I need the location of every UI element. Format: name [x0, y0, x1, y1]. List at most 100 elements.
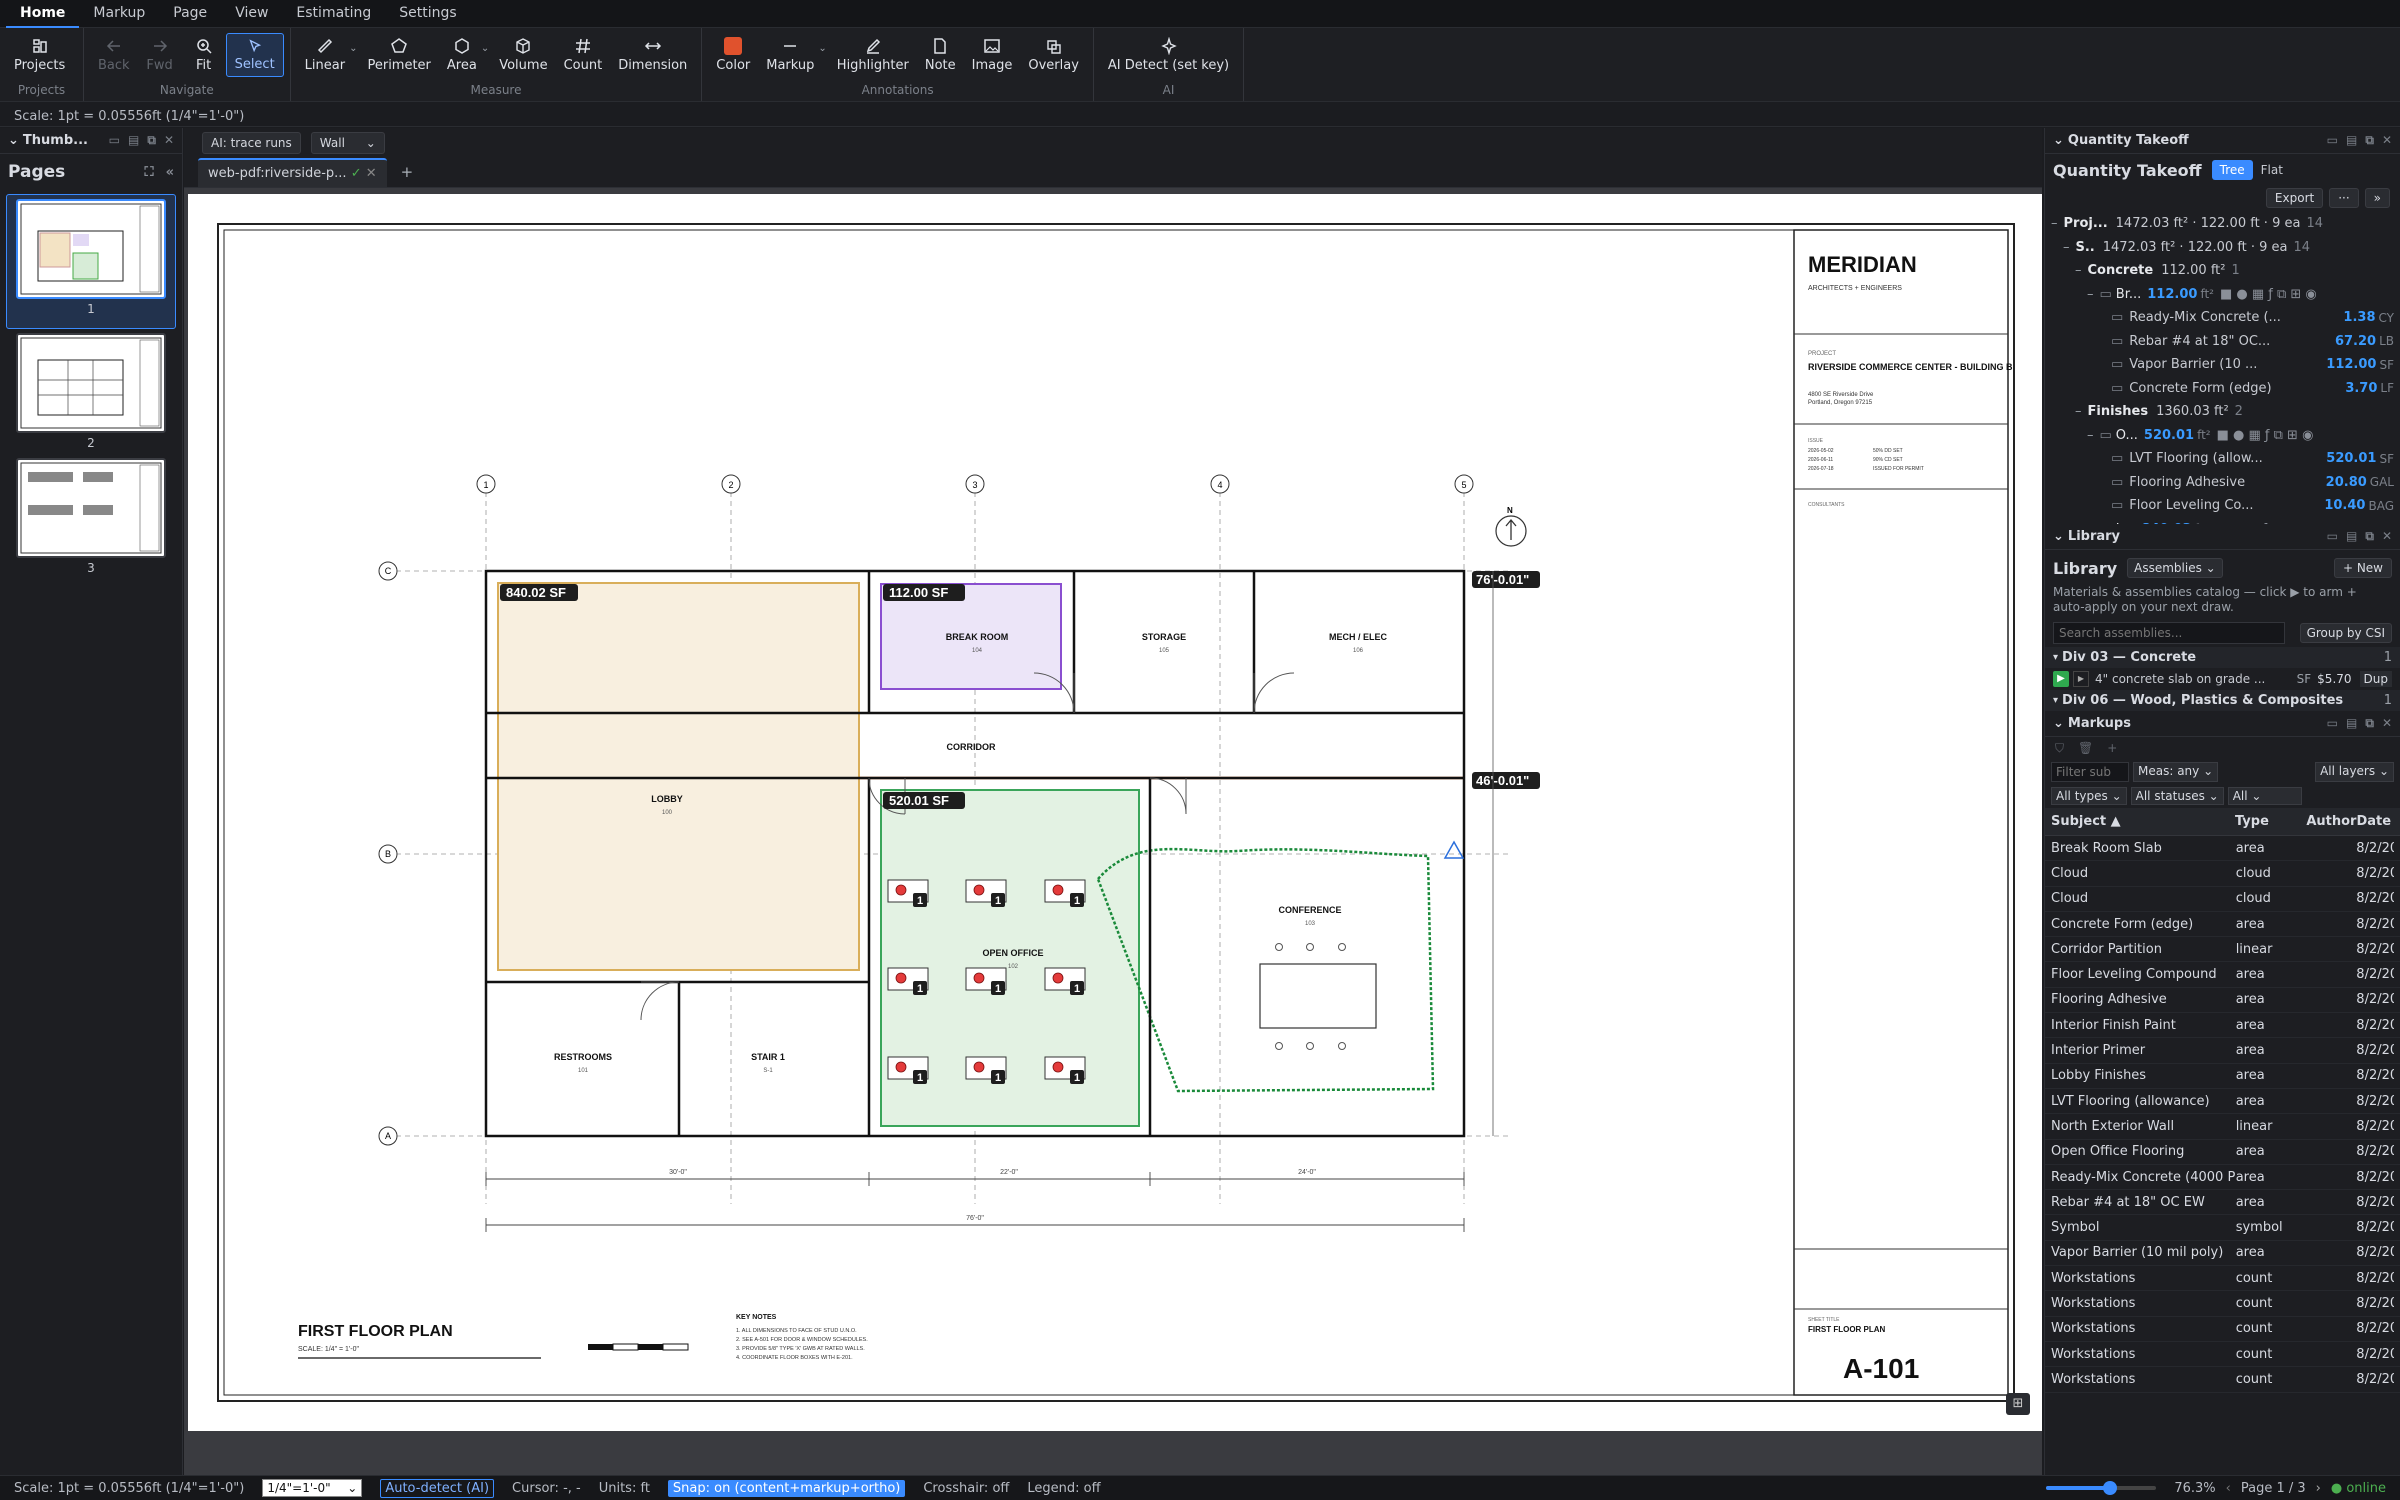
- count-button[interactable]: Count: [556, 33, 611, 77]
- quantity-tree-row[interactable]: – S.. 1472.03 ft² · 122.00 ft · 9 ea 14: [2051, 236, 2394, 260]
- markup-row[interactable]: Workstations count 8/2/202: [2045, 1291, 2400, 1317]
- dock-icon[interactable]: ▭: [109, 133, 120, 148]
- grid-toggle-button[interactable]: ⊞: [2006, 1393, 2030, 1415]
- types-filter-select[interactable]: All types ⌄: [2051, 787, 2127, 805]
- delete-icon[interactable]: 🗑: [2078, 741, 2093, 756]
- duplicate-button[interactable]: Dup: [2359, 671, 2392, 687]
- markup-row[interactable]: Break Room Slab area 8/2/202: [2045, 836, 2400, 862]
- chevron-down-icon[interactable]: ⌄: [2053, 716, 2064, 731]
- quantity-tree-row[interactable]: – Concrete 112.00 ft² 1: [2051, 259, 2394, 283]
- collapse-icon[interactable]: –: [2051, 216, 2058, 231]
- chevron-down-icon[interactable]: ⌄: [818, 43, 826, 68]
- units-readout[interactable]: Units: ft: [599, 1481, 650, 1496]
- color-button[interactable]: Color: [708, 33, 758, 77]
- area-tag-breakroom[interactable]: 112.00 SF: [889, 585, 948, 600]
- menu-estimating[interactable]: Estimating: [282, 0, 385, 28]
- menu-settings[interactable]: Settings: [385, 0, 470, 28]
- collapse-icon[interactable]: –: [2075, 263, 2082, 278]
- measure-filter-select[interactable]: Meas: any ⌄: [2133, 762, 2219, 782]
- group-by-csi-button[interactable]: Group by CSI: [2299, 623, 2392, 643]
- quantity-tree-row[interactable]: ▭ Concrete Form (edge) 3.70 LF: [2051, 377, 2394, 401]
- crosshair-toggle[interactable]: Crosshair: off: [923, 1481, 1009, 1496]
- dock-icon[interactable]: ▭: [2327, 133, 2338, 148]
- export-button[interactable]: Export: [2265, 188, 2324, 208]
- quantity-tree-row[interactable]: – ▭ O... 520.01 ft² ■ ● ▦ ƒ ⧉ ⊞ ◉: [2051, 424, 2394, 448]
- highlighter-button[interactable]: Highlighter: [829, 33, 917, 77]
- quantity-tree-row[interactable]: – Finishes 1360.03 ft² 2: [2051, 400, 2394, 424]
- menu-page[interactable]: Page: [159, 0, 221, 28]
- zoom-slider[interactable]: [2046, 1481, 2157, 1495]
- close-icon[interactable]: ✕: [164, 133, 174, 148]
- perimeter-button[interactable]: Perimeter: [359, 33, 438, 77]
- markup-row[interactable]: Symbol symbol 8/2/202: [2045, 1215, 2400, 1241]
- col-type[interactable]: Type: [2235, 814, 2306, 829]
- layers-filter-select[interactable]: All layers ⌄: [2315, 762, 2394, 782]
- close-icon[interactable]: ✕: [2382, 716, 2392, 731]
- csi-division-06[interactable]: ▾ Div 06 — Wood, Plastics & Composites 1: [2045, 690, 2400, 711]
- split-icon[interactable]: ▤: [128, 133, 139, 148]
- chevron-down-icon[interactable]: ⌄: [2053, 133, 2064, 148]
- markup-row[interactable]: North Exterior Wall linear 8/2/202: [2045, 1114, 2400, 1140]
- volume-button[interactable]: Volume: [491, 33, 555, 77]
- collapse-icon[interactable]: –: [2087, 287, 2094, 302]
- next-page-icon[interactable]: ›: [2316, 1481, 2321, 1496]
- close-icon[interactable]: ✕: [366, 166, 377, 181]
- collapse-icon[interactable]: –: [2063, 240, 2070, 255]
- dimension-button[interactable]: Dimension: [610, 33, 695, 77]
- markup-row[interactable]: Cloud cloud 8/2/202: [2045, 861, 2400, 887]
- collapse-icon[interactable]: –: [2087, 428, 2094, 443]
- col-subject[interactable]: Subject ▲: [2051, 814, 2235, 829]
- quantity-tree-row[interactable]: ▭ Flooring Adhesive 20.80 GAL: [2051, 471, 2394, 495]
- dock-icon[interactable]: ▭: [2327, 716, 2338, 731]
- dim-tag-top[interactable]: 76'-0.01": [1476, 572, 1529, 587]
- forward-button[interactable]: Fwd: [138, 33, 182, 77]
- document-tab[interactable]: web-pdf:riverside-p... ✓ ✕: [198, 158, 387, 187]
- markup-row[interactable]: Flooring Adhesive area 8/2/202: [2045, 988, 2400, 1014]
- quantity-tree-row[interactable]: ▭ Rebar #4 at 18" OC... 67.20 LB: [2051, 330, 2394, 354]
- quantity-tree-row[interactable]: ▭ LVT Flooring (allow... 520.01 SF: [2051, 447, 2394, 471]
- wall-select[interactable]: Wall ⌄: [310, 132, 385, 154]
- quantity-tree-row[interactable]: – ▭ Br... 112.00 ft² ■ ● ▦ ƒ ⧉ ⊞ ◉: [2051, 283, 2394, 307]
- markup-row[interactable]: Cloud cloud 8/2/202: [2045, 887, 2400, 912]
- assembly-item[interactable]: ▶ ▶ 4" concrete slab on grade ... SF $5.…: [2045, 668, 2400, 690]
- select-button[interactable]: Select: [225, 33, 284, 77]
- markup-button[interactable]: Markup: [758, 33, 822, 77]
- markup-row[interactable]: Workstations count 8/2/202: [2045, 1266, 2400, 1292]
- close-icon[interactable]: ✕: [2382, 529, 2392, 544]
- markup-row[interactable]: LVT Flooring (allowance) area 8/2/202: [2045, 1089, 2400, 1115]
- snap-toggle[interactable]: Snap: on (content+markup+ortho): [667, 1479, 906, 1497]
- menu-view[interactable]: View: [221, 0, 282, 28]
- markup-row[interactable]: Workstations count 8/2/202: [2045, 1317, 2400, 1342]
- area-tag-openoffice[interactable]: 520.01 SF: [889, 793, 949, 808]
- quantity-tree-row[interactable]: – Proj... 1472.03 ft² · 122.00 ft · 9 ea 14: [2051, 212, 2394, 236]
- page-thumb-2[interactable]: 2: [16, 333, 166, 450]
- markup-filter-input[interactable]: [2051, 762, 2129, 782]
- projects-button[interactable]: Projects: [6, 33, 73, 77]
- collapse-icon[interactable]: –: [2087, 522, 2094, 524]
- markup-row[interactable]: Vapor Barrier (10 mil poly) area 8/2/202: [2045, 1241, 2400, 1267]
- filter-icon[interactable]: ⛉: [2055, 741, 2064, 756]
- back-button[interactable]: Back: [90, 33, 138, 77]
- markup-row[interactable]: Corridor Partition linear 8/2/202: [2045, 937, 2400, 963]
- markup-row[interactable]: Floor Leveling Compound area 8/2/202: [2045, 962, 2400, 988]
- page-thumb-1[interactable]: 1: [6, 194, 176, 329]
- split-icon[interactable]: ▤: [2346, 529, 2357, 544]
- row-actions-icon[interactable]: ■ ● ▦ ƒ ⧉ ⊞ ◉: [2214, 522, 2311, 524]
- play-icon[interactable]: ▶: [2053, 671, 2069, 687]
- split-icon[interactable]: ▤: [2346, 133, 2357, 148]
- flat-toggle[interactable]: Flat: [2253, 160, 2291, 180]
- markup-row[interactable]: Workstations count 8/2/202: [2045, 1367, 2400, 1393]
- menu-home[interactable]: Home: [6, 0, 80, 28]
- ai-trace-chip[interactable]: AI: trace runs: [202, 132, 301, 154]
- more-button[interactable]: ···: [2329, 188, 2359, 208]
- scale-select[interactable]: 1/4"=1'-0" ⌄: [262, 1479, 363, 1497]
- area-button[interactable]: Area: [439, 33, 485, 77]
- chevron-down-icon[interactable]: ⌄: [8, 133, 19, 148]
- quantity-tree-row[interactable]: ▭ Vapor Barrier (10 ... 112.00 SF: [2051, 353, 2394, 377]
- library-mode-select[interactable]: Assemblies ⌄: [2127, 558, 2223, 578]
- library-search-input[interactable]: [2053, 622, 2285, 644]
- expand-icon[interactable]: ⛶: [144, 165, 153, 180]
- markup-row[interactable]: Ready-Mix Concrete (4000 PSI)area 8/2/202: [2045, 1165, 2400, 1191]
- new-tab-button[interactable]: +: [387, 157, 428, 187]
- collapse-left-icon[interactable]: «: [166, 165, 174, 180]
